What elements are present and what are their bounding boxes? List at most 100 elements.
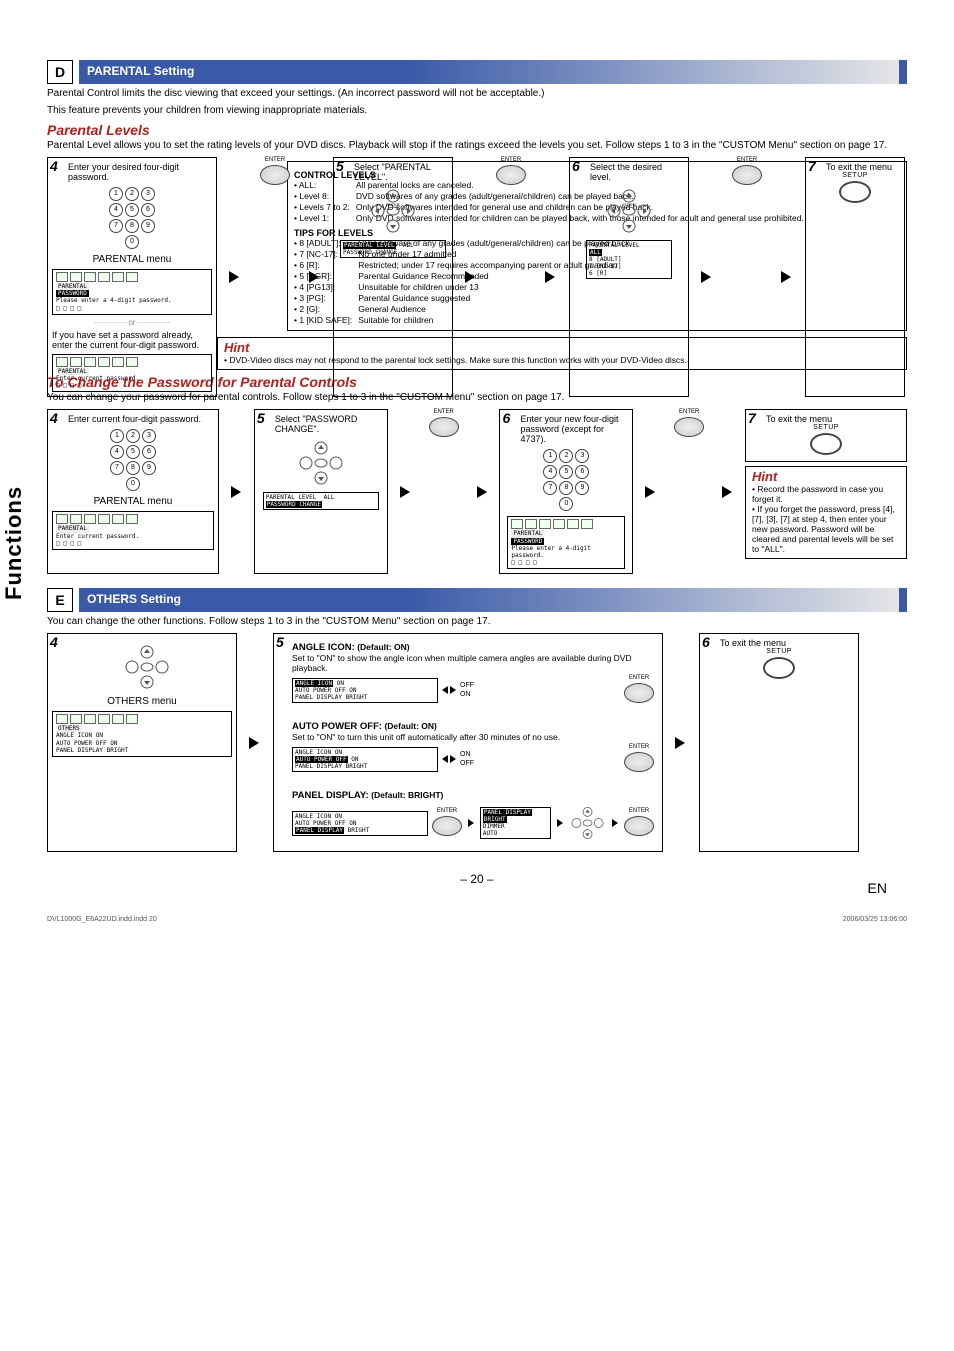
dpad-icon <box>259 438 383 488</box>
auto-power-title: AUTO POWER OFF: <box>292 721 382 732</box>
osd-parental-current: PARENTAL Enter current password. □ □ □ □ <box>52 354 212 393</box>
svg-text:ENTER: ENTER <box>622 202 636 207</box>
pw-step6-text: Enter your new four-digit password (exce… <box>520 414 628 444</box>
d-step4-text: Enter your desired four-digit password. <box>68 162 212 182</box>
step-number: 4 <box>50 634 58 650</box>
setup-label: SETUP <box>810 172 900 179</box>
osd-panel-popup: PANEL DISPLAY BRIGHT DIMMER AUTO <box>480 807 551 839</box>
language-label: EN <box>868 880 887 896</box>
dpad-icon: ENTER <box>338 186 448 236</box>
osd-parental-enter: PARENTAL PASSWORD Please enter a 4-digit… <box>52 269 212 315</box>
footer-file: DVL1000G_E6A22UD.indd.indd 20 <box>47 916 157 923</box>
pw-step4-text: Enter current four-digit password. <box>68 414 214 424</box>
step-number: 7 <box>808 158 816 174</box>
setup-label: SETUP <box>704 648 854 655</box>
e-step5-box: 5 ANGLE ICON: (Default: ON) Set to "ON" … <box>273 633 663 852</box>
numeric-keypad: 123 456 789 0 <box>52 428 214 492</box>
setup-button-icon <box>763 657 795 679</box>
parental-menu-label: PARENTAL menu <box>52 496 214 507</box>
section-d-header: D PARENTAL Setting <box>47 60 907 84</box>
dpad-icon <box>62 642 232 692</box>
angle-icon-title: ANGLE ICON: <box>292 642 355 653</box>
step-number: 5 <box>336 158 344 174</box>
parental-menu-label: PARENTAL menu <box>52 254 212 265</box>
d-step7-text: To exit the menu <box>826 162 900 172</box>
step-number: 4 <box>50 410 58 426</box>
osd-others-menu: OTHERS ANGLE ICON ON AUTO POWER OFF ON P… <box>52 711 232 757</box>
panel-default-label: (Default: BRIGHT) <box>371 790 443 800</box>
enter-button-icon <box>260 165 290 185</box>
section-d-title: PARENTAL Setting <box>79 60 907 84</box>
double-arrow-icon <box>442 686 456 694</box>
arrow-icon <box>557 819 563 827</box>
d-step6-text: Select the desired level. <box>590 162 684 182</box>
hint-title: Hint <box>752 469 900 484</box>
arrow-icon <box>465 271 475 283</box>
section-e-intro: You can change the other functions. Foll… <box>47 616 907 627</box>
arrow-icon <box>675 737 685 749</box>
osd-level-list: PARENTAL LEVEL ALL 8 [ADULT] 7 [NC-17] 6… <box>586 240 672 279</box>
osd-new-password: PARENTAL PASSWORD Please enter a 4-digit… <box>507 516 625 569</box>
section-e-header: E OTHERS Setting <box>47 588 907 612</box>
section-d-intro2: This feature prevents your children from… <box>47 105 907 116</box>
enter-button-block: ENTER <box>423 409 465 574</box>
side-tab: Functions <box>1 486 27 600</box>
step-number: 7 <box>748 410 756 426</box>
angle-desc: Set to "ON" to show the angle icon when … <box>292 653 654 673</box>
arrow-icon <box>545 271 555 283</box>
d-step4-box: 4 Enter your desired four-digit password… <box>47 157 217 397</box>
pw-step5-box: 5 Select "PASSWORD CHANGE". PARENTAL LEV… <box>254 409 388 574</box>
e-step6-text: To exit the menu <box>720 638 854 648</box>
angle-default-label: (Default: ON) <box>357 642 409 652</box>
osd-angle-icon: ANGLE ICON ON AUTO POWER OFF ON PANEL DI… <box>292 678 438 703</box>
enter-button-icon <box>496 165 526 185</box>
arrow-icon <box>309 271 319 283</box>
step-number: 5 <box>257 410 265 426</box>
step-number: 6 <box>572 158 580 174</box>
arrow-icon <box>231 486 241 498</box>
pw-step5-text: Select "PASSWORD CHANGE". <box>275 414 383 434</box>
arrow-icon <box>722 486 732 498</box>
arrow-icon <box>229 271 239 283</box>
arrow-icon <box>477 486 487 498</box>
double-arrow-icon <box>442 755 456 763</box>
d-step5-text: Select "PARENTAL LEVEL". <box>354 162 448 182</box>
arrow-icon <box>645 486 655 498</box>
dpad-icon: ENTER <box>574 186 684 236</box>
d-step7-box: 7 To exit the menu SETUP <box>805 157 905 397</box>
others-menu-label: OTHERS menu <box>52 696 232 707</box>
arrow-icon <box>701 271 711 283</box>
or-divider: ·············or············· <box>52 318 212 327</box>
arrow-icon <box>249 737 259 749</box>
pw-step7-box: 7 To exit the menu SETUP <box>745 409 907 462</box>
d-step5-box: 5 Select "PARENTAL LEVEL". ENTER PARENTA… <box>333 157 453 397</box>
parental-levels-desc: Parental Level allows you to set the rat… <box>47 140 907 151</box>
pw-step7-text: To exit the menu <box>766 414 902 424</box>
setup-label: SETUP <box>750 424 902 431</box>
e-step6-box: 6 To exit the menu SETUP <box>699 633 859 852</box>
enter-button-icon <box>624 752 654 772</box>
section-e-title: OTHERS Setting <box>79 588 907 612</box>
section-letter-e: E <box>47 588 73 612</box>
numeric-keypad: 123 456 789 0 <box>52 186 212 250</box>
parental-levels-heading: Parental Levels <box>47 122 907 138</box>
d-step4-alt-text: If you have set a password already, ente… <box>52 330 212 350</box>
arrow-icon <box>468 819 474 827</box>
osd-auto-power: ANGLE ICON ON AUTO POWER OFF ON PANEL DI… <box>292 747 438 772</box>
enter-button-icon <box>732 165 762 185</box>
step-number: 6 <box>702 634 710 650</box>
hint-bullet2: • If you forget the password, press [4],… <box>752 504 900 554</box>
panel-display-title: PANEL DISPLAY: <box>292 790 369 801</box>
enter-button-icon <box>674 417 704 437</box>
auto-default-label: (Default: ON) <box>384 721 436 731</box>
setup-button-icon <box>810 433 842 455</box>
enter-button-icon <box>624 816 654 836</box>
section-d-intro1: Parental Control limits the disc viewing… <box>47 88 907 99</box>
footer-timestamp: 2006/03/25 13:06:00 <box>843 916 907 923</box>
e-step4-box: 4 OTHERS menu OTHERS ANGLE ICON ON AUTO … <box>47 633 237 852</box>
hint-box-2: Hint • Record the password in case you f… <box>745 466 907 559</box>
enter-button-block: ENTER <box>668 409 710 574</box>
section-letter-d: D <box>47 60 73 84</box>
osd-password-change-select: PARENTAL LEVEL ALL PASSWORD CHANGE <box>263 492 379 510</box>
d-step6-box: 6 Select the desired level. ENTER PARENT… <box>569 157 689 397</box>
